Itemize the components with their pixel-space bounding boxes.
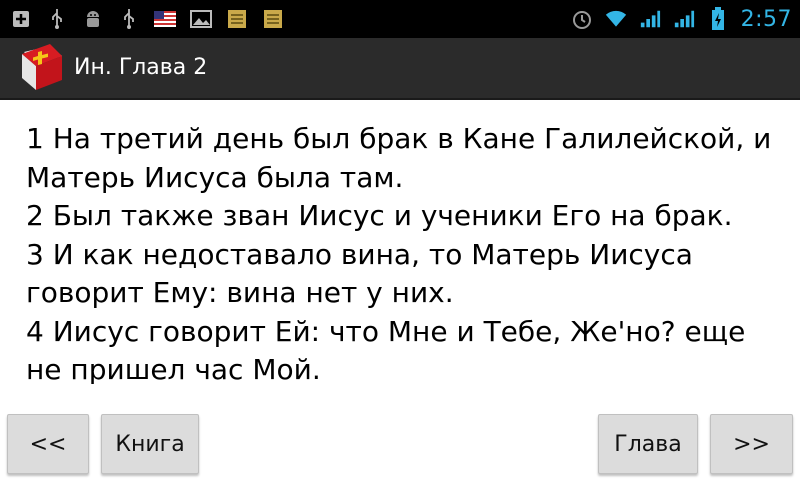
action-bar: Ин. Глава 2	[0, 38, 800, 100]
next-button[interactable]: >>	[710, 414, 793, 474]
bible-book-icon[interactable]	[16, 42, 66, 94]
verse-list: 1 На третий день был брак в Кане Галилей…	[26, 120, 786, 384]
verse-4: 4 Иисус говорит Ей: что Мне и Тебе, Же'н…	[26, 314, 746, 385]
battery-icon	[707, 7, 729, 30]
add-box-icon	[10, 8, 32, 30]
navigation-bar: << Книга Глава >>	[0, 384, 800, 480]
us-flag-icon	[154, 8, 176, 30]
signal-icon	[639, 8, 661, 30]
notes-icon	[262, 8, 284, 30]
android-debug-icon	[82, 8, 104, 30]
wifi-icon	[605, 8, 627, 30]
book-button[interactable]: Книга	[101, 414, 199, 474]
verse-content[interactable]: 1 На третий день был брак в Кане Галилей…	[0, 100, 800, 384]
page-title: Ин. Глава 2	[74, 55, 208, 80]
status-bar: 2:57	[0, 0, 800, 38]
clock: 2:57	[740, 6, 792, 32]
alarm-icon	[571, 8, 593, 30]
previous-button[interactable]: <<	[7, 414, 89, 474]
chapter-button[interactable]: Глава	[598, 414, 698, 474]
verse-1: 1 На третий день был брак в Кане Галилей…	[26, 122, 772, 194]
notes-icon	[226, 8, 248, 30]
system-icons: 2:57	[571, 0, 792, 38]
usb-icon	[118, 8, 140, 30]
signal-icon	[673, 8, 695, 30]
notification-icons	[10, 0, 284, 38]
verse-2: 2 Был также зван Иисус и ученики Его на …	[26, 199, 733, 232]
verse-3: 3 И как недоставало вина, то Матерь Иису…	[26, 237, 693, 310]
image-icon	[190, 8, 212, 30]
usb-icon	[46, 8, 68, 30]
